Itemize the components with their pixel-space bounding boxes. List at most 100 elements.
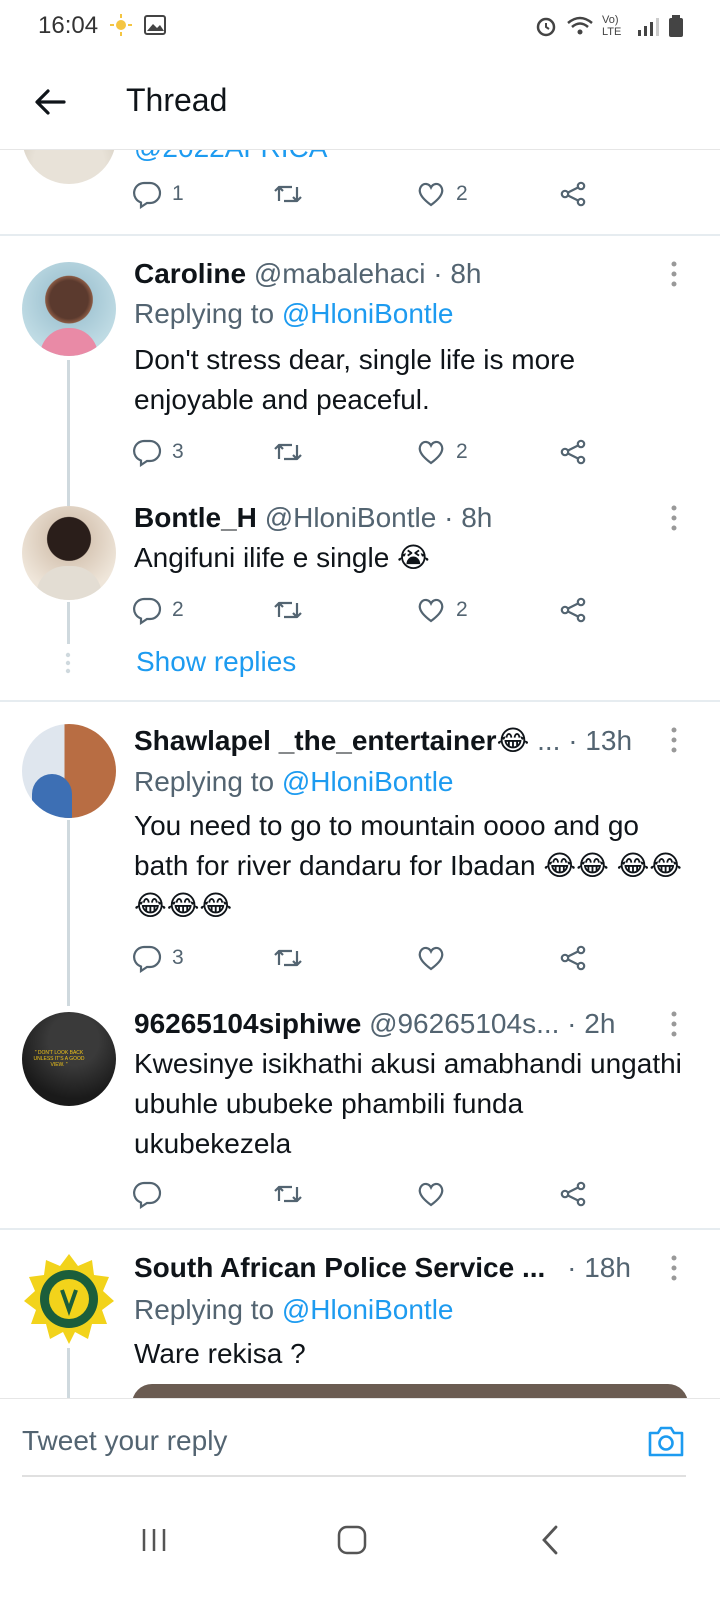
like-count: 2 — [456, 440, 468, 463]
avatar[interactable] — [22, 506, 116, 600]
tweet-actions: 1 2 — [132, 174, 612, 214]
mention-link[interactable]: @HloniBontle — [282, 766, 454, 797]
wifi-icon — [567, 16, 593, 35]
share-icon — [560, 1181, 586, 1207]
heart-icon — [418, 1182, 444, 1207]
home-icon — [337, 1525, 367, 1555]
top-app-bar: Thread — [0, 52, 720, 150]
author-name[interactable]: Bontle_H — [134, 502, 257, 533]
reply-icon — [133, 597, 162, 625]
retweet-icon — [274, 443, 302, 461]
recents-button[interactable] — [124, 1510, 184, 1570]
retweet-button[interactable] — [272, 174, 304, 214]
share-button[interactable] — [558, 174, 588, 214]
author-name[interactable]: South African Police Service ... — [134, 1252, 545, 1283]
back-button[interactable] — [520, 1510, 580, 1570]
retweet-button[interactable] — [272, 938, 304, 978]
page-title: Thread — [126, 82, 228, 118]
back-chevron-icon — [542, 1525, 558, 1555]
heart-icon — [418, 946, 444, 971]
more-icon[interactable] — [664, 726, 684, 754]
thread-line — [67, 360, 70, 506]
mention-link[interactable]: @HloniBontle — [282, 298, 454, 329]
more-icon[interactable] — [664, 504, 684, 532]
more-icon[interactable] — [664, 1010, 684, 1038]
status-time: 16:04 — [38, 12, 99, 39]
divider — [0, 700, 720, 702]
reply-button[interactable]: 2 — [132, 590, 184, 630]
reply-icon — [133, 181, 162, 209]
more-icon[interactable] — [664, 1254, 684, 1282]
tweet-actions — [132, 1174, 612, 1214]
retweet-button[interactable] — [272, 1174, 304, 1214]
reply-button[interactable]: 3 — [132, 938, 184, 978]
tweet-header: 96265104siphiwe @96265104s... · 2h — [134, 1008, 615, 1040]
tweet-header: Caroline @mabalehaci · 8h — [134, 258, 481, 290]
retweet-icon — [274, 1185, 302, 1203]
retweet-button[interactable] — [272, 590, 304, 630]
input-underline — [22, 1475, 686, 1477]
thread-line — [67, 602, 70, 644]
retweet-button[interactable] — [272, 432, 304, 472]
author-handle: @96265104s... · 2h — [369, 1008, 616, 1039]
reply-button[interactable]: 1 — [132, 174, 184, 214]
replying-to: Replying to @HloniBontle — [134, 1294, 454, 1325]
reply-icon — [133, 1181, 162, 1209]
signal-icon — [638, 18, 659, 36]
weather-sun-icon — [110, 14, 132, 36]
retweet-icon — [274, 949, 302, 967]
reply-button[interactable]: 3 — [132, 432, 184, 472]
thread-feed[interactable]: @2022AFRICA 1 2 Caroline @mabalehaci · 8… — [0, 150, 720, 1430]
share-icon — [560, 439, 586, 465]
like-button[interactable]: 2 — [416, 590, 468, 630]
more-icon[interactable] — [664, 260, 684, 288]
share-button[interactable] — [558, 938, 588, 978]
reply-button[interactable] — [132, 1174, 172, 1214]
author-handle: @HloniBontle · 8h — [264, 502, 493, 533]
avatar[interactable] — [22, 150, 116, 184]
reply-count: 3 — [172, 946, 184, 969]
tweet-text: You need to go to mountain oooo and go b… — [134, 810, 683, 921]
like-button[interactable] — [416, 1174, 456, 1214]
like-button[interactable] — [416, 938, 456, 978]
tweet-text-partial: @2022AFRICA — [134, 150, 694, 168]
avatar[interactable] — [22, 262, 116, 356]
avatar[interactable]: " DON'T LOOK BACK UNLESS IT'S A GOOD VIE… — [22, 1012, 116, 1106]
share-button[interactable] — [558, 590, 588, 630]
author-handle: ... · 13h — [537, 725, 633, 756]
police-badge-icon — [24, 1254, 114, 1344]
reply-composer — [0, 1398, 720, 1480]
reply-count: 2 — [172, 598, 184, 621]
show-replies-link[interactable]: Show replies — [136, 646, 296, 678]
retweet-icon — [274, 601, 302, 619]
divider — [0, 1228, 720, 1230]
mention-link[interactable]: @HloniBontle — [282, 1294, 454, 1325]
back-arrow-icon[interactable] — [30, 82, 70, 122]
author-name[interactable]: Shawlapel _the_entertainer😂 — [134, 725, 529, 756]
tweet-actions: 2 2 — [132, 590, 612, 630]
author-handle: · 18h — [567, 1252, 631, 1283]
like-count: 2 — [456, 182, 468, 205]
tweet-header: Shawlapel _the_entertainer😂 ... · 13h — [134, 724, 632, 757]
author-name[interactable]: Caroline — [134, 258, 246, 289]
like-button[interactable]: 2 — [416, 432, 468, 472]
home-button[interactable] — [322, 1510, 382, 1570]
share-button[interactable] — [558, 432, 588, 472]
heart-icon — [418, 182, 444, 207]
network-label: Vo) LTE — [602, 14, 622, 38]
tweet-text: Angifuni ilife e single 😭 — [134, 542, 430, 573]
tweet-header: Bontle_H @HloniBontle · 8h — [134, 502, 492, 534]
author-name[interactable]: 96265104siphiwe — [134, 1008, 361, 1039]
reply-input[interactable] — [22, 1425, 582, 1457]
camera-icon[interactable] — [646, 1421, 686, 1461]
avatar[interactable] — [22, 724, 116, 818]
battery-icon — [669, 15, 683, 37]
alarm-icon — [536, 17, 556, 37]
like-button[interactable]: 2 — [416, 174, 468, 214]
replying-to: Replying to @HloniBontle — [134, 766, 454, 797]
heart-icon — [418, 440, 444, 465]
share-button[interactable] — [558, 1174, 588, 1214]
avatar[interactable] — [22, 1252, 116, 1346]
share-icon — [560, 597, 586, 623]
status-bar: 16:04 Vo) LTE — [0, 0, 720, 52]
